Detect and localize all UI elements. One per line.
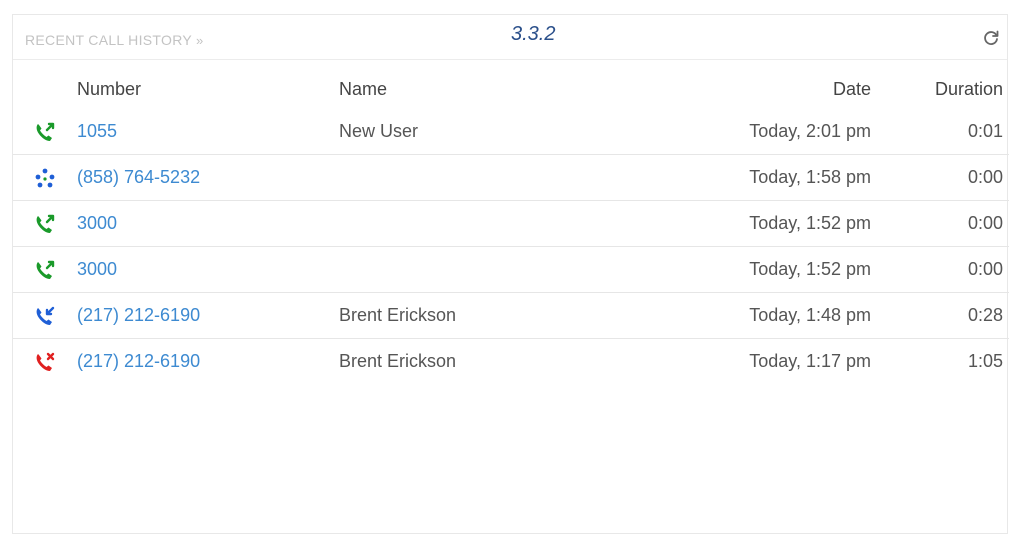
call-date: Today, 1:48 pm xyxy=(639,292,871,339)
call-row: 3000 Today, 1:52 pm 0:00 xyxy=(13,246,1009,293)
call-date: Today, 1:58 pm xyxy=(639,154,871,201)
refresh-icon[interactable] xyxy=(981,28,1001,48)
chevron-right-icon: » xyxy=(196,33,204,48)
conference-call-icon xyxy=(13,154,77,201)
number-column-header[interactable]: Number xyxy=(77,69,339,109)
call-duration: 1:05 xyxy=(871,338,1009,384)
call-name: New User xyxy=(339,121,419,141)
call-duration: 0:00 xyxy=(871,154,1009,201)
date-column-header[interactable]: Date xyxy=(639,69,871,109)
icon-column-header xyxy=(13,69,77,109)
panel-header: RECENT CALL HISTORY» 3.3.2 xyxy=(13,15,1007,60)
call-rows: 1055 New User Today, 2:01 pm 0:01 (858) 764-… xyxy=(13,109,1009,384)
call-row: (217) 212-6190 Brent Erickson Today, 1:17 … xyxy=(13,338,1009,384)
call-date: Today, 2:01 pm xyxy=(749,121,871,141)
call-duration: 0:00 xyxy=(871,200,1009,247)
panel-title-link[interactable]: RECENT CALL HISTORY» xyxy=(25,32,204,48)
outgoing-call-icon xyxy=(13,200,77,247)
call-row: (217) 212-6190 Brent Erickson Today, 1:48 … xyxy=(13,292,1009,339)
version-label: 3.3.2 xyxy=(511,23,556,45)
recent-call-history-panel: RECENT CALL HISTORY» 3.3.2 Number Name D… xyxy=(12,14,1009,534)
call-name xyxy=(339,154,639,201)
missed-call-icon xyxy=(13,338,77,384)
panel-title: RECENT CALL HISTORY xyxy=(25,32,193,48)
call-duration: 0:28 xyxy=(871,292,1009,339)
call-row: 1055 New User Today, 2:01 pm 0:01 xyxy=(13,109,1009,155)
call-name xyxy=(339,200,639,247)
table-header-row: Number Name Date Duration xyxy=(13,69,1009,109)
call-row: 3000 Today, 1:52 pm 0:00 xyxy=(13,200,1009,247)
call-date: Today, 1:52 pm xyxy=(639,246,871,293)
call-date: Today, 1:17 pm xyxy=(639,338,871,384)
outgoing-call-icon xyxy=(13,246,77,293)
duration-column-header[interactable]: Duration xyxy=(871,69,1009,109)
call-date: Today, 1:52 pm xyxy=(639,200,871,247)
incoming-call-icon xyxy=(13,292,77,339)
call-number-link[interactable]: (217) 212-6190 xyxy=(77,351,200,371)
name-column-header[interactable]: Name xyxy=(339,69,639,109)
call-history-table: Number Name Date Duration 1055 New User To… xyxy=(13,69,1009,384)
call-number-link[interactable]: 3000 xyxy=(77,259,117,279)
call-number-link[interactable]: (217) 212-6190 xyxy=(77,305,200,325)
call-duration: 0:00 xyxy=(871,246,1009,293)
call-row: (858) 764-5232 Today, 1:58 pm 0:00 xyxy=(13,154,1009,201)
outgoing-call-icon xyxy=(13,109,77,155)
call-name: Brent Erickson xyxy=(339,338,639,384)
call-name: Brent Erickson xyxy=(339,292,639,339)
call-number-link[interactable]: (858) 764-5232 xyxy=(77,167,200,187)
call-number-link[interactable]: 1055 xyxy=(77,121,117,141)
call-name xyxy=(339,246,639,293)
call-duration: 0:01 xyxy=(967,121,1003,141)
call-number-link[interactable]: 3000 xyxy=(77,213,117,233)
